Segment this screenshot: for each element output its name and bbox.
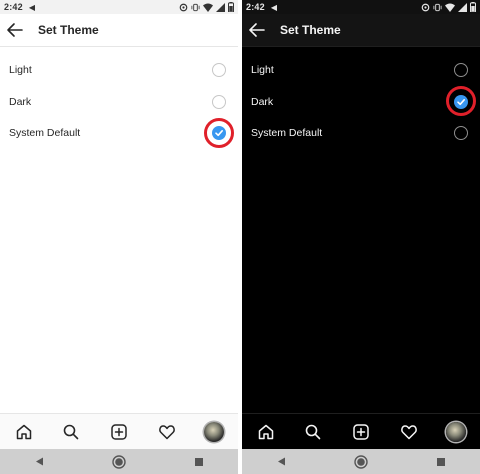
app-header: Set Theme — [242, 14, 480, 47]
red-highlight-circle — [446, 86, 476, 116]
battery-icon — [470, 2, 476, 12]
vibrate-icon — [191, 3, 200, 11]
system-navigation-bar — [0, 449, 238, 474]
radio-button[interactable] — [212, 95, 226, 109]
profile-avatar — [204, 421, 225, 442]
tab-home[interactable] — [255, 421, 277, 443]
battery-icon — [228, 2, 234, 12]
theme-option-system-default[interactable]: System Default — [242, 119, 480, 149]
navigation-arrow-icon: ◀ — [270, 2, 277, 12]
radio-button[interactable] — [212, 63, 226, 77]
phone-screen-light: 2:42 ◀ Set Theme Light Dark System Defau… — [0, 0, 238, 474]
tab-new-post[interactable] — [350, 421, 372, 443]
home-icon — [16, 424, 32, 439]
tab-profile[interactable] — [445, 421, 467, 443]
tab-activity[interactable] — [398, 421, 420, 443]
theme-option-light[interactable]: Light — [242, 56, 480, 86]
status-icons — [179, 2, 234, 12]
search-icon — [306, 424, 321, 439]
add-post-icon — [353, 423, 369, 440]
navigation-arrow-icon: ◀ — [28, 2, 35, 12]
tab-home[interactable] — [13, 421, 35, 443]
home-circle-icon[interactable] — [354, 454, 369, 469]
status-time: 2:42 — [246, 2, 265, 12]
recents-square-icon[interactable] — [436, 457, 446, 467]
wifi-icon — [203, 3, 213, 12]
search-icon — [64, 424, 79, 439]
theme-option-dark[interactable]: Dark — [242, 88, 480, 118]
status-bar: 2:42 ◀ — [242, 0, 480, 14]
system-navigation-bar — [242, 449, 480, 474]
page-title: Set Theme — [280, 23, 341, 37]
theme-option-light[interactable]: Light — [0, 56, 238, 86]
bottom-tab-bar — [242, 413, 480, 449]
recents-square-icon[interactable] — [194, 457, 204, 467]
radio-button[interactable] — [454, 63, 468, 77]
home-circle-icon[interactable] — [112, 454, 127, 469]
phone-screen-dark: 2:42 ◀ Set Theme Light Dark System Defau… — [242, 0, 480, 474]
add-post-icon — [111, 423, 127, 440]
heart-icon — [400, 424, 417, 439]
tab-search[interactable] — [60, 421, 82, 443]
cell-signal-icon — [216, 2, 225, 12]
theme-option-label: System Default — [9, 127, 81, 139]
tab-profile[interactable] — [203, 421, 225, 443]
profile-avatar — [446, 421, 467, 442]
wifi-icon — [445, 3, 455, 12]
app-header: Set Theme — [0, 14, 238, 47]
back-triangle-icon[interactable] — [276, 456, 287, 467]
back-triangle-icon[interactable] — [34, 456, 45, 467]
radio-button[interactable] — [454, 126, 468, 140]
home-icon — [258, 424, 274, 439]
back-arrow-icon[interactable] — [248, 22, 266, 38]
tab-search[interactable] — [302, 421, 324, 443]
status-time: 2:42 — [4, 2, 23, 12]
page-title: Set Theme — [38, 23, 99, 37]
theme-option-system-default[interactable]: System Default — [0, 119, 238, 149]
bottom-tab-bar — [0, 413, 238, 449]
theme-option-label: Light — [251, 64, 274, 76]
tab-activity[interactable] — [156, 421, 178, 443]
status-icons — [421, 2, 476, 12]
theme-option-dark[interactable]: Dark — [0, 88, 238, 118]
vibrate-icon — [433, 3, 442, 11]
back-arrow-icon[interactable] — [6, 22, 24, 38]
theme-option-label: Dark — [9, 96, 32, 108]
cell-signal-icon — [458, 2, 467, 12]
theme-option-label: Light — [9, 64, 32, 76]
theme-option-label: System Default — [251, 127, 323, 139]
data-saver-icon — [179, 3, 188, 11]
red-highlight-circle — [204, 118, 234, 148]
status-bar: 2:42 ◀ — [0, 0, 238, 14]
theme-option-label: Dark — [251, 96, 274, 108]
comparison-container: 2:42 ◀ Set Theme Light Dark System Defau… — [0, 0, 480, 474]
heart-icon — [158, 424, 175, 439]
data-saver-icon — [421, 3, 430, 11]
tab-new-post[interactable] — [108, 421, 130, 443]
